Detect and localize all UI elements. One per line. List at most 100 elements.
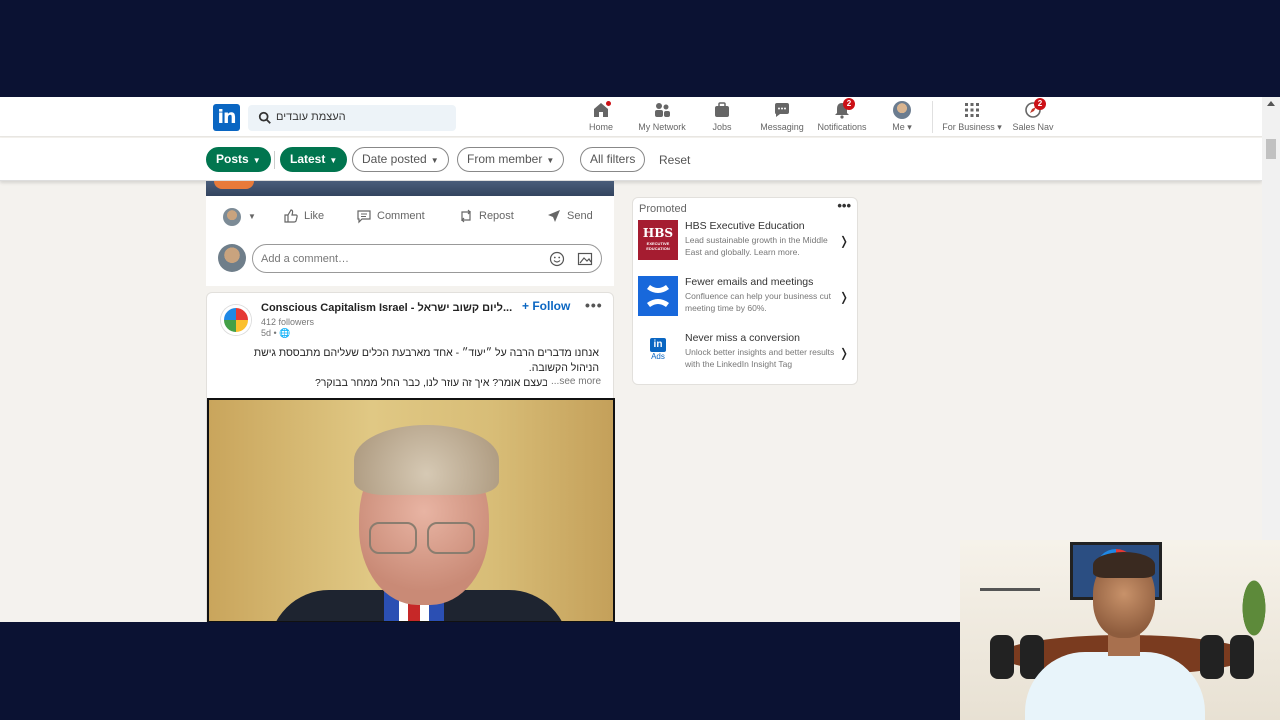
follower-count: 412 followers [261, 317, 315, 327]
feed-post: Conscious Capitalism Israel - ליום קשוב … [206, 292, 615, 622]
posts-filter-label: Posts [216, 152, 249, 166]
post-text: אנחנו מדברים הרבה על ״יעוד״ - אחד מארבעת… [219, 346, 599, 391]
sales-nav-badge: 2 [1034, 98, 1046, 110]
nav-home[interactable]: Home [569, 99, 633, 135]
nav-notifications[interactable]: 2 Notifications [810, 98, 874, 135]
linkedin-logo[interactable]: in [213, 104, 240, 131]
latest-filter-label: Latest [290, 152, 326, 166]
grid-icon [963, 101, 981, 119]
thumbs-up-icon [284, 209, 298, 223]
image-icon[interactable] [577, 251, 593, 267]
post-author[interactable]: Conscious Capitalism Israel - ליום קשוב … [261, 302, 512, 314]
home-badge [604, 99, 613, 108]
home-icon [592, 99, 613, 119]
ad-item[interactable]: HBS EXECUTIVE EDUCATION HBS Executive Edu… [638, 220, 854, 264]
nav-jobs[interactable]: Jobs [690, 101, 754, 135]
scroll-up-icon[interactable] [1267, 101, 1275, 106]
ad-title: Fewer emails and meetings [685, 276, 814, 288]
briefcase-icon [713, 101, 731, 119]
ad-description: Confluence can help your business cut me… [685, 291, 832, 313]
nav-divider [932, 101, 933, 133]
ad-item[interactable]: Fewer emails and meetings Confluence can… [638, 276, 854, 320]
promoted-panel: Promoted ••• HBS EXECUTIVE EDUCATION HBS … [632, 197, 858, 385]
search-filter-bar: Posts ▼ Latest ▼ Date posted ▼ From member ▼… [0, 138, 1262, 181]
nav-home-label: Home [588, 122, 613, 132]
ad-title: Never miss a conversion [685, 332, 800, 344]
comment-placeholder: Add a comment… [261, 253, 350, 265]
previous-post-image [206, 181, 614, 196]
ad-title: HBS Executive Education [685, 220, 805, 232]
avatar [218, 244, 246, 272]
nav-for-business[interactable]: For Business ▾ [940, 101, 1004, 135]
nav-me-label: Me [892, 122, 905, 132]
hbs-logo: HBS EXECUTIVE EDUCATION [638, 220, 678, 260]
nav-notifications-label: Notifications [817, 122, 867, 132]
ad-item[interactable]: in Ads Never miss a conversion Unlock bet… [638, 332, 854, 376]
comment-button[interactable]: Comment [356, 208, 425, 224]
nav-sales-nav-label: Sales Nav [1012, 122, 1054, 132]
search-icon [258, 111, 271, 124]
latest-filter-button[interactable]: Latest ▼ [280, 147, 348, 172]
comment-input[interactable]: Add a comment… [252, 244, 602, 273]
reset-button[interactable]: Reset [659, 153, 690, 167]
ad-description: Unlock better insights and better result… [685, 347, 835, 369]
avatar [893, 101, 911, 119]
repost-icon [461, 209, 471, 223]
promoted-title: Promoted [639, 203, 687, 215]
company-logo[interactable] [221, 305, 251, 335]
see-more-link[interactable]: ...see more [547, 376, 602, 387]
post-time: 5d • [261, 328, 277, 338]
chevron-right-icon: ❭ [838, 346, 849, 360]
all-filters-button[interactable]: All filters [580, 147, 646, 172]
chevron-down-icon[interactable]: ▼ [248, 212, 256, 221]
linkedin-ads-logo: in Ads [638, 332, 678, 372]
nav-my-network-label: My Network [638, 122, 686, 132]
chevron-right-icon: ❭ [838, 234, 849, 248]
avatar[interactable] [223, 208, 241, 226]
search-value: העצמת עובדים [276, 111, 346, 123]
chevron-right-icon: ❭ [838, 290, 849, 304]
search-input[interactable]: העצמת עובדים [248, 105, 456, 131]
scroll-thumb[interactable] [1266, 139, 1276, 159]
caret-down-icon: ▼ [252, 156, 261, 165]
post-text-line: אנחנו מדברים הרבה על ״יעוד״ - אחד מארבעת… [253, 347, 599, 359]
post-text-line: הניהול הקשובה. [528, 362, 599, 374]
post-text-line: אבל מה זה בעצם אומר? איך זה עוזר לנו, כב… [314, 377, 599, 389]
like-label: Like [304, 210, 325, 222]
webcam-overlay [960, 540, 1280, 720]
send-icon [548, 210, 560, 222]
comment-icon [357, 210, 371, 224]
social-actions-bar: ▼ Like Comment Repost Send Add a comment… [206, 196, 614, 286]
send-button[interactable]: Send [546, 208, 593, 224]
date-posted-filter-label: Date posted [362, 152, 427, 166]
nav-sales-nav[interactable]: 2 Sales Nav [1001, 98, 1065, 135]
caret-down-icon: ▼ [329, 156, 338, 165]
more-options-icon[interactable]: ••• [837, 198, 851, 213]
caret-down-icon: ▼ [546, 156, 555, 165]
chevron-down-icon: ▾ [907, 122, 912, 132]
nav-messaging[interactable]: Messaging [750, 101, 814, 135]
people-icon [653, 101, 671, 119]
from-member-filter-button[interactable]: From member ▼ [457, 147, 565, 172]
like-button[interactable]: Like [283, 208, 324, 224]
nav-me[interactable]: Me ▾ [870, 101, 934, 135]
post-video[interactable] [207, 398, 615, 622]
caret-down-icon: ▼ [430, 156, 439, 165]
notifications-badge: 2 [843, 98, 855, 110]
nav-jobs-label: Jobs [712, 122, 732, 132]
from-member-filter-label: From member [467, 152, 543, 166]
follow-button[interactable]: + Follow [522, 299, 570, 313]
emoji-icon[interactable] [549, 251, 565, 267]
posts-filter-button[interactable]: Posts ▼ [206, 147, 271, 172]
repost-label: Repost [479, 210, 514, 222]
date-posted-filter-button[interactable]: Date posted ▼ [352, 147, 449, 172]
nav-my-network[interactable]: My Network [630, 101, 694, 135]
comment-label: Comment [377, 210, 425, 222]
nav-messaging-label: Messaging [760, 122, 804, 132]
ad-description: Lead sustainable growth in the Middle Ea… [685, 235, 828, 257]
filter-divider [274, 151, 275, 169]
more-options-icon[interactable]: ••• [585, 297, 603, 313]
globe-icon: 🌐 [279, 328, 291, 338]
top-nav: in העצמת עובדים Home My Network Jobs Mes… [0, 97, 1262, 137]
repost-button[interactable]: Repost [458, 208, 514, 224]
